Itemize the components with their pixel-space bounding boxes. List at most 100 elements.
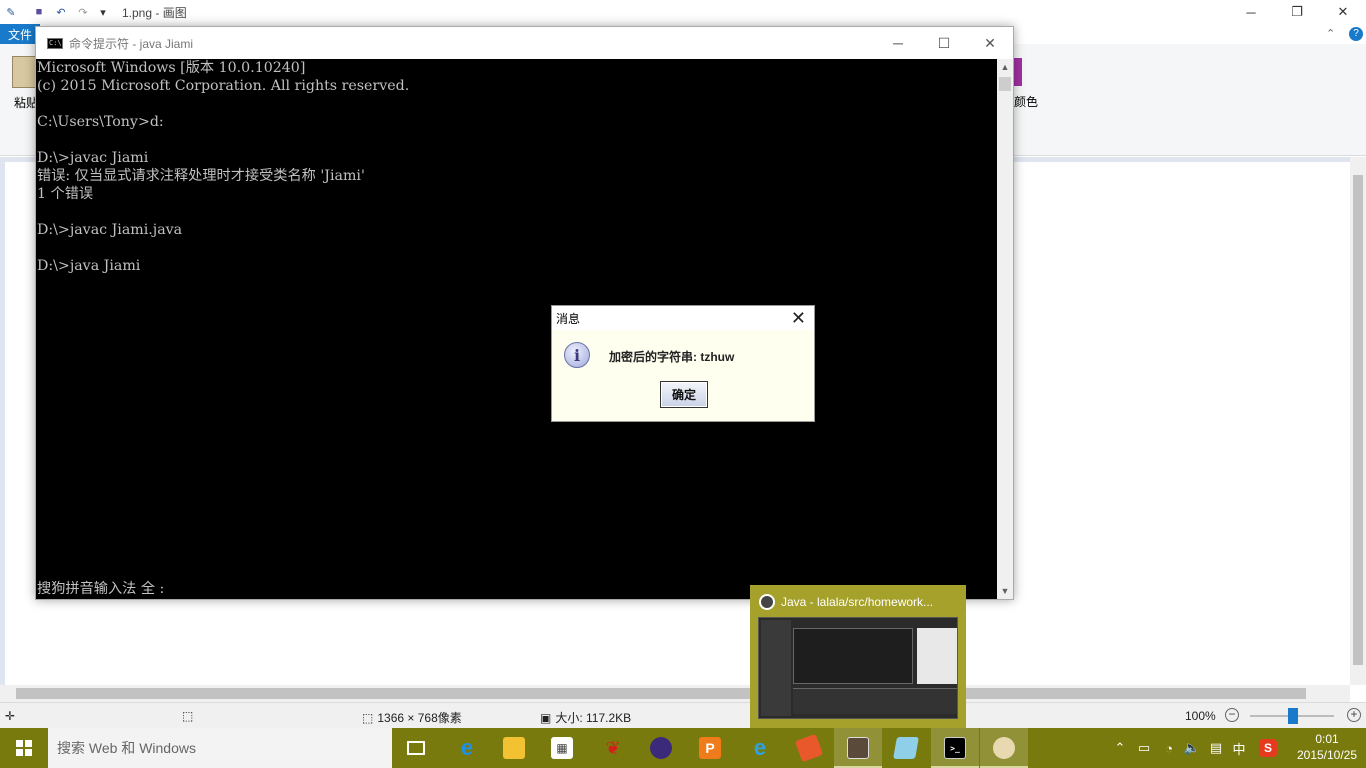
java-icon — [759, 594, 775, 610]
internet-explorer-button[interactable]: e — [736, 728, 784, 768]
zoom-in-icon[interactable]: + — [1347, 708, 1361, 722]
edge-button[interactable]: e — [443, 728, 491, 768]
thumbnail-panel — [761, 620, 791, 716]
volume-muted-icon[interactable]: 🔈 — [1181, 728, 1203, 768]
wifi-icon[interactable]: ◔ — [1158, 728, 1180, 768]
paint-window-title: 1.png - 画图 — [122, 5, 187, 20]
java-icon — [847, 737, 869, 759]
scrollbar-thumb[interactable] — [999, 77, 1011, 91]
maximize-icon[interactable]: ☐ — [921, 27, 967, 59]
store-icon: ▦ — [551, 737, 573, 759]
console-output[interactable]: Microsoft Windows [版本 10.0.10240] (c) 20… — [36, 59, 997, 599]
sublime-button[interactable] — [785, 728, 833, 768]
taskbar-thumbnail-preview[interactable]: Java - lalala/src/homework... — [750, 585, 966, 728]
dialog-titlebar[interactable]: 消息 — [552, 306, 814, 330]
cmd-vertical-scrollbar[interactable]: ▲ ▼ — [997, 59, 1013, 599]
minimize-icon[interactable]: ─ — [875, 27, 921, 59]
command-prompt-window: C:\ 命令提示符 - java Jiami ─ ☐ ✕ Microsoft W… — [35, 26, 1014, 600]
battery-icon[interactable]: ▭ — [1134, 728, 1154, 768]
save-icon[interactable]: ■ — [32, 5, 46, 19]
console-line: D:\>javac Jiami.java — [37, 222, 183, 238]
message-dialog: 消息 ✕ i 加密后的字符串: tzhuw 确定 — [551, 305, 815, 422]
scrollbar-thumb[interactable] — [16, 688, 1306, 699]
paint-window-controls: ─ ❐ ✕ — [1228, 0, 1366, 24]
cmd-titlebar[interactable]: C:\ 命令提示符 - java Jiami ─ ☐ ✕ — [36, 27, 1013, 59]
preview-thumbnail[interactable] — [758, 617, 958, 719]
zoom-slider-thumb[interactable] — [1288, 708, 1298, 724]
restore-icon[interactable]: ❐ — [1274, 0, 1320, 24]
thumbnail-panel — [793, 688, 957, 714]
paint-titlebar: ✎ ■ ↶ ↷ ▾ 1.png - 画图 ─ ❐ ✕ — [0, 0, 1366, 24]
start-button[interactable] — [0, 728, 48, 768]
zoom-level: 100% — [1185, 709, 1216, 723]
dialog-message: 加密后的字符串: tzhuw — [609, 350, 735, 364]
canvas-vertical-scrollbar[interactable] — [1350, 157, 1366, 685]
store-button[interactable]: ▦ — [538, 728, 586, 768]
image-dimensions-text: 1366 × 768像素 — [377, 711, 462, 725]
windows-logo-icon — [16, 740, 32, 756]
console-line: 错误: 仅当显式请求注释处理时才接受类名称 'Jiami' — [37, 168, 365, 184]
task-view-button[interactable] — [392, 728, 440, 768]
butterfly-app-button[interactable]: ❦ — [589, 728, 637, 768]
command-prompt-button[interactable]: >_ — [931, 728, 979, 768]
file-explorer-button[interactable] — [490, 728, 538, 768]
paint-app-icon: ✎ — [6, 6, 16, 19]
paint-statusbar: ✛ ⬚ ⬚ 1366 × 768像素 ▣ 大小: 117.2KB 100% − … — [0, 702, 1366, 728]
eclipse-icon — [650, 737, 672, 759]
minimize-icon[interactable]: ─ — [1228, 0, 1274, 24]
thumbnail-panel — [793, 628, 913, 684]
file-explorer-icon — [503, 737, 525, 759]
close-icon[interactable]: ✕ — [967, 27, 1013, 59]
redo-icon[interactable]: ↷ — [76, 5, 90, 19]
input-method-indicator[interactable]: 中 — [1229, 728, 1249, 768]
image-dimensions: ⬚ 1366 × 768像素 — [362, 709, 462, 726]
command-prompt-icon: >_ — [944, 737, 966, 759]
customize-quick-access-icon[interactable]: ▾ — [96, 5, 110, 19]
image-size-icon: ⬚ — [362, 710, 374, 725]
show-hidden-icons[interactable]: ⌃ — [1110, 728, 1130, 768]
notes-icon — [893, 737, 919, 759]
java-button[interactable] — [834, 728, 882, 768]
close-icon[interactable]: ✕ — [1320, 0, 1366, 24]
preview-title: Java - lalala/src/homework... — [781, 595, 934, 609]
scrollbar-thumb[interactable] — [1353, 175, 1363, 665]
disk-icon: ▣ — [540, 710, 552, 725]
thumbnail-panel — [917, 628, 957, 684]
sogou-ime-icon[interactable]: S — [1256, 728, 1280, 768]
scroll-up-icon[interactable]: ▲ — [997, 59, 1013, 75]
ribbon-collapse-icon[interactable]: ⌃ — [1326, 27, 1335, 40]
file-size: ▣ 大小: 117.2KB — [540, 709, 631, 726]
cmd-window-title: 命令提示符 - java Jiami — [69, 36, 194, 51]
console-line: 1 个错误 — [37, 186, 94, 202]
help-icon[interactable]: ? — [1349, 27, 1363, 41]
dialog-title: 消息 — [556, 311, 581, 326]
zoom-out-icon[interactable]: − — [1225, 708, 1239, 722]
paint-button[interactable] — [980, 728, 1028, 768]
file-tab[interactable]: 文件 — [0, 24, 40, 44]
paint-icon — [993, 737, 1015, 759]
canvas-horizontal-scrollbar[interactable] — [0, 685, 1350, 702]
notes-button[interactable] — [882, 728, 930, 768]
action-center-icon[interactable]: ▤ — [1205, 728, 1227, 768]
powerpoint-button[interactable]: P — [686, 728, 734, 768]
internet-explorer-icon: e — [753, 735, 767, 760]
file-size-text: 大小: 117.2KB — [555, 711, 632, 725]
console-line: D:\>javac Jiami — [37, 150, 149, 166]
cursor-position-icon: ✛ — [5, 709, 16, 723]
selection-size-icon: ⬚ — [182, 709, 194, 723]
scroll-down-icon[interactable]: ▼ — [997, 583, 1013, 599]
console-line: (c) 2015 Microsoft Corporation. All righ… — [37, 78, 410, 94]
system-clock[interactable]: 0:01 2015/10/25 — [1288, 731, 1366, 763]
ok-button[interactable]: 确定 — [660, 381, 708, 408]
edit-colors-label[interactable]: 颜色 — [1014, 93, 1038, 110]
eclipse-button[interactable] — [637, 728, 685, 768]
close-icon[interactable]: ✕ — [791, 308, 806, 328]
edge-icon: e — [460, 735, 474, 760]
undo-icon[interactable]: ↶ — [54, 5, 68, 19]
search-input[interactable]: 搜索 Web 和 Windows — [48, 728, 392, 768]
clock-time: 0:01 — [1315, 732, 1339, 746]
editor-icon — [794, 733, 824, 763]
command-prompt-icon: C:\ — [47, 37, 63, 49]
clock-date: 2015/10/25 — [1296, 748, 1358, 762]
cmd-window-controls: ─ ☐ ✕ — [875, 27, 1013, 59]
